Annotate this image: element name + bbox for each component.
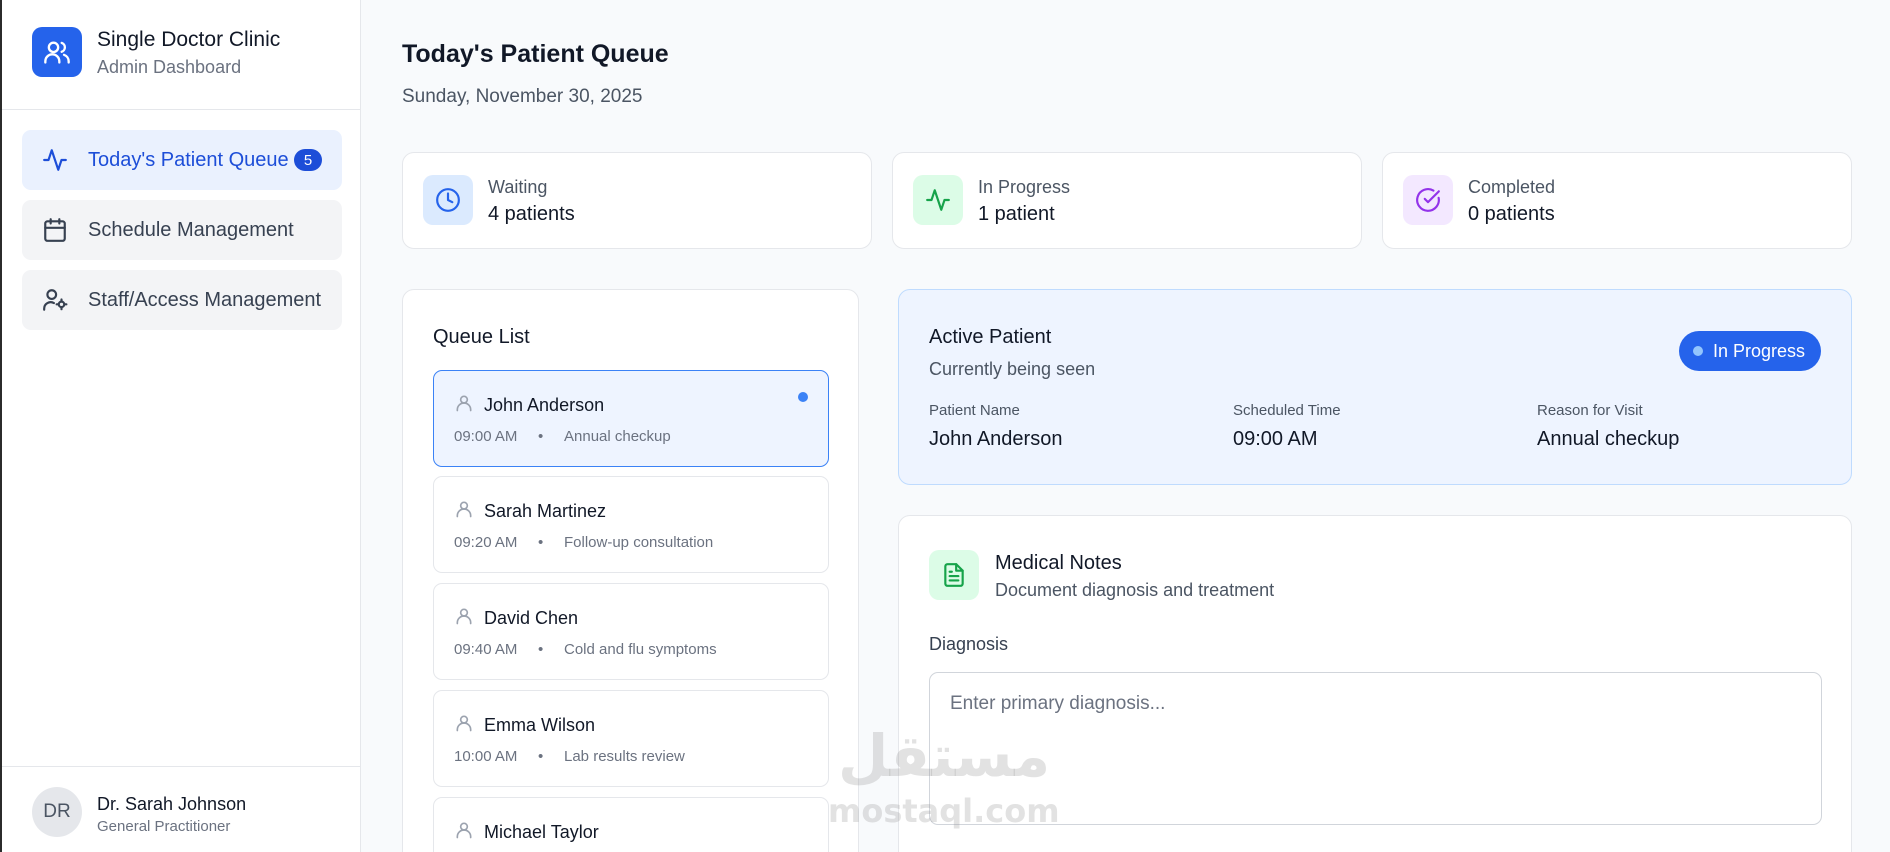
separator: • <box>538 534 544 551</box>
status-label: In Progress <box>1712 340 1805 361</box>
user-icon <box>454 820 474 840</box>
queue-count-badge: 5 <box>294 149 322 171</box>
check-circle-icon <box>1403 175 1453 225</box>
active-indicator <box>798 392 808 402</box>
calendar-icon <box>42 217 68 243</box>
field-label: Patient Name <box>929 402 1020 419</box>
queue-item[interactable]: Emma Wilson 10:00 AM • Lab results revie… <box>433 690 829 787</box>
file-text-icon <box>929 550 979 600</box>
brand-header: Single Doctor Clinic Admin Dashboard <box>2 0 360 110</box>
stat-value: 1 patient <box>978 203 1055 225</box>
queue-list-title: Queue List <box>433 326 530 348</box>
patient-name: Michael Taylor <box>484 822 599 842</box>
appointment-time: 09:40 AM <box>454 641 518 658</box>
avatar: DR <box>32 787 82 837</box>
patient-name: John Anderson <box>484 395 605 415</box>
stat-value: 4 patients <box>488 203 575 225</box>
field-value: 09:00 AM <box>1233 428 1318 450</box>
patient-name: David Chen <box>484 608 579 628</box>
field-label: Scheduled Time <box>1233 402 1341 419</box>
sidebar-nav: Today's Patient Queue 5 Schedule Managem… <box>22 130 342 340</box>
visit-reason: Cold and flu symptoms <box>564 641 717 658</box>
patient-name-field: Patient Name John Anderson <box>929 402 1062 451</box>
status-badge: In Progress <box>1678 331 1821 371</box>
field-label: Reason for Visit <box>1537 402 1643 419</box>
sidebar-item-schedule[interactable]: Schedule Management <box>22 200 342 260</box>
medical-notes-subtitle: Document diagnosis and treatment <box>995 580 1275 600</box>
stat-label: In Progress <box>978 177 1071 197</box>
visit-reason: Follow-up consultation <box>564 534 714 551</box>
page-title: Today's Patient Queue <box>402 40 669 68</box>
scheduled-time-field: Scheduled Time 09:00 AM <box>1233 402 1341 451</box>
user-icon <box>454 393 474 413</box>
stat-card-in-progress: In Progress 1 patient <box>892 152 1362 249</box>
visit-reason: Annual checkup <box>564 428 671 445</box>
diagnosis-label: Diagnosis <box>929 634 1009 654</box>
app-title: Single Doctor Clinic <box>97 28 281 51</box>
sidebar: Single Doctor Clinic Admin Dashboard Tod… <box>2 0 361 852</box>
page-date: Sunday, November 30, 2025 <box>402 86 643 107</box>
user-role: General Practitioner <box>97 818 231 835</box>
user-icon <box>454 713 474 733</box>
user-icon <box>454 606 474 626</box>
sidebar-item-label: Schedule Management <box>88 218 294 241</box>
users-icon <box>32 27 82 77</box>
activity-icon <box>913 175 963 225</box>
current-user[interactable]: DR Dr. Sarah Johnson General Practitione… <box>2 766 361 852</box>
user-name: Dr. Sarah Johnson <box>97 794 247 814</box>
user-cog-icon <box>42 287 68 313</box>
queue-item[interactable]: Sarah Martinez 09:20 AM • Follow-up cons… <box>433 476 829 573</box>
appointment-time: 09:20 AM <box>454 534 518 551</box>
separator: • <box>538 428 544 445</box>
stat-label: Completed <box>1468 177 1556 197</box>
stat-value: 0 patients <box>1468 203 1555 225</box>
status-dot <box>1692 346 1703 356</box>
active-patient-title: Active Patient <box>929 326 1052 348</box>
app-subtitle: Admin Dashboard <box>97 57 242 77</box>
active-patient-subtitle: Currently being seen <box>929 359 1096 379</box>
sidebar-item-staff-access[interactable]: Staff/Access Management <box>22 270 342 330</box>
separator: • <box>538 641 544 658</box>
stat-card-waiting: Waiting 4 patients <box>402 152 872 249</box>
separator: • <box>538 748 544 765</box>
queue-item[interactable]: Michael Taylor <box>433 797 829 852</box>
queue-list-panel: Queue List John Anderson 09:00 AM • Annu… <box>402 289 859 852</box>
stat-label: Waiting <box>488 177 548 197</box>
patient-name: Sarah Martinez <box>484 501 607 521</box>
medical-notes-panel: Medical Notes Document diagnosis and tre… <box>898 515 1852 852</box>
patient-name: Emma Wilson <box>484 715 596 735</box>
activity-icon <box>42 147 68 173</box>
clock-icon <box>423 175 473 225</box>
user-icon <box>454 499 474 519</box>
active-patient-panel: Active Patient Currently being seen In P… <box>898 289 1852 485</box>
appointment-time: 10:00 AM <box>454 748 518 765</box>
queue-item[interactable]: David Chen 09:40 AM • Cold and flu sympt… <box>433 583 829 680</box>
field-value: John Anderson <box>929 428 1063 450</box>
stat-card-completed: Completed 0 patients <box>1382 152 1852 249</box>
appointment-time: 09:00 AM <box>454 428 518 445</box>
field-value: Annual checkup <box>1537 428 1680 450</box>
diagnosis-input[interactable] <box>929 672 1822 825</box>
queue-item[interactable]: John Anderson 09:00 AM • Annual checkup <box>433 370 829 467</box>
sidebar-item-label: Staff/Access Management <box>88 288 322 311</box>
sidebar-item-label: Today's Patient Queue <box>88 148 289 171</box>
visit-reason: Lab results review <box>564 748 685 765</box>
visit-reason-field: Reason for Visit Annual checkup <box>1537 402 1679 451</box>
medical-notes-title: Medical Notes <box>995 552 1122 574</box>
sidebar-item-patient-queue[interactable]: Today's Patient Queue 5 <box>22 130 342 190</box>
